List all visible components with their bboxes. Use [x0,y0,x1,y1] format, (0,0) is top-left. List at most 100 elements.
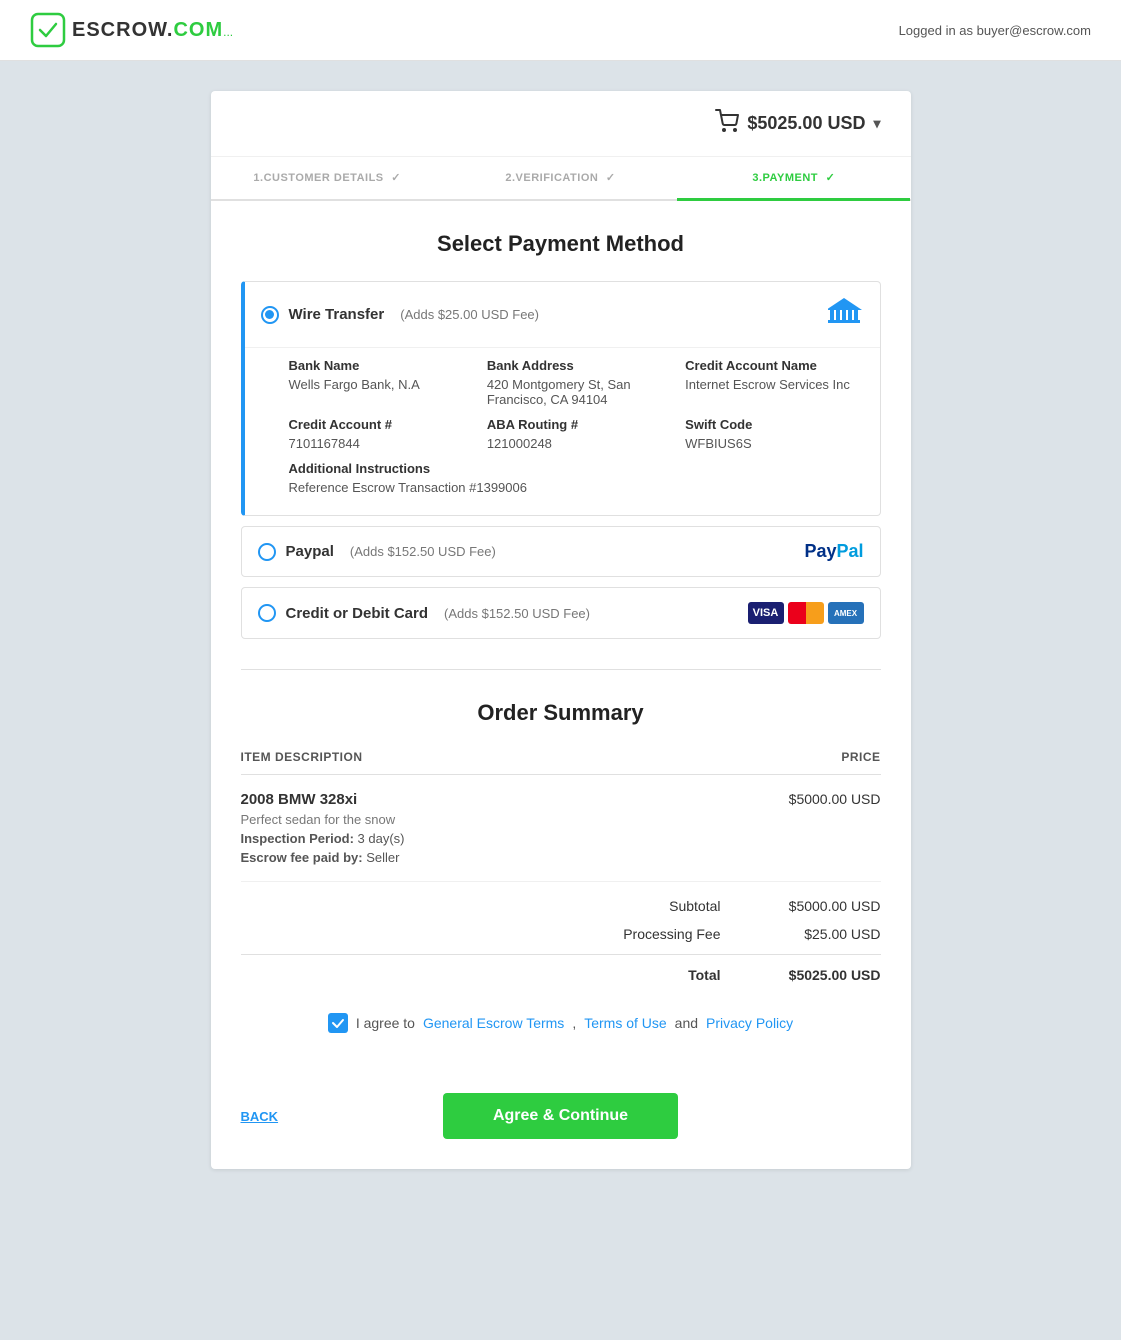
terms-of-use-link[interactable]: Terms of Use [584,1015,666,1031]
item-inspection: Inspection Period: 3 day(s) [241,831,881,846]
paypal-logo: PayPal [804,541,863,562]
card-label: Credit or Debit Card [286,605,429,622]
agree-checkbox[interactable] [328,1013,348,1033]
bank-address-label: Bank Address [487,358,665,373]
chevron-down-icon: ▾ [873,115,880,132]
wire-details: Bank Name Wells Fargo Bank, N.A Bank Add… [245,347,880,515]
back-button[interactable]: BACK [241,1109,279,1124]
footer-buttons: BACK Agree & Continue [211,1083,911,1169]
bank-address-field: Bank Address 420 Montgomery St, San Fran… [487,358,665,407]
col-item-description: ITEM DESCRIPTION [241,750,363,764]
inspection-label: Inspection Period: [241,831,354,846]
main-card: $5025.00 USD ▾ 1.CUSTOMER DETAILS ✓ 2.VE… [211,91,911,1169]
subtotal-row: Subtotal $5000.00 USD [241,892,881,920]
wire-transfer-left: Wire Transfer (Adds $25.00 USD Fee) [261,306,539,324]
card-fee: (Adds $152.50 USD Fee) [444,606,590,621]
processing-fee-row: Processing Fee $25.00 USD [241,920,881,948]
order-item: 2008 BMW 328xi $5000.00 USD Perfect seda… [241,775,881,882]
bank-name-label: Bank Name [289,358,467,373]
agree-continue-button[interactable]: Agree & Continue [443,1093,678,1139]
card-radio[interactable] [258,604,276,622]
card-header[interactable]: Credit or Debit Card (Adds $152.50 USD F… [242,588,880,638]
steps-nav: 1.CUSTOMER DETAILS ✓ 2.VERIFICATION ✓ 3.… [211,157,911,201]
wire-transfer-radio[interactable] [261,306,279,324]
login-status: Logged in as buyer@escrow.com [899,23,1091,38]
additional-instructions-field: Additional Instructions Reference Escrow… [289,461,864,495]
paypal-label: Paypal [286,543,334,560]
bank-name-field: Bank Name Wells Fargo Bank, N.A [289,358,467,407]
order-item-row: 2008 BMW 328xi $5000.00 USD [241,791,881,808]
swift-code-value: WFBIUS6S [685,436,863,451]
cart-amount: $5025.00 USD [747,113,865,134]
agreement-row: I agree to General Escrow Terms , Terms … [241,1013,881,1033]
bank-name-value: Wells Fargo Bank, N.A [289,377,467,392]
amex-logo: AMEX [828,602,864,624]
credit-account-name-field: Credit Account Name Internet Escrow Serv… [685,358,863,407]
swift-code-field: Swift Code WFBIUS6S [685,417,863,451]
totals-divider [241,954,881,955]
section-divider [241,669,881,670]
escrow-fee-label: Escrow fee paid by: [241,850,363,865]
escrow-fee-value: Seller [366,850,399,865]
paypal-option[interactable]: Paypal (Adds $152.50 USD Fee) PayPal [241,526,881,577]
logo: ESCROW.COM... [30,12,233,48]
total-row: Total $5025.00 USD [241,961,881,989]
wire-transfer-option[interactable]: Wire Transfer (Adds $25.00 USD Fee) [241,281,881,516]
paypal-fee: (Adds $152.50 USD Fee) [350,544,496,559]
credit-account-value: 7101167844 [289,436,467,451]
mastercard-logo [788,602,824,624]
card-logos: VISA AMEX [748,602,864,624]
card-option[interactable]: Credit or Debit Card (Adds $152.50 USD F… [241,587,881,639]
item-description: Perfect sedan for the snow [241,812,881,827]
item-price: $5000.00 USD [789,791,881,807]
wire-transfer-label: Wire Transfer [289,306,385,323]
wire-transfer-fee: (Adds $25.00 USD Fee) [400,307,539,322]
step3-check: ✓ [826,172,836,184]
credit-account-name-label: Credit Account Name [685,358,863,373]
step-payment[interactable]: 3.PAYMENT ✓ [677,157,910,201]
subtotal-value: $5000.00 USD [781,898,881,914]
step1-check: ✓ [391,172,401,184]
inspection-value: 3 day(s) [358,831,405,846]
credit-account-name-value: Internet Escrow Services Inc [685,377,863,392]
additional-instructions-value: Reference Escrow Transaction #1399006 [289,480,864,495]
visa-logo: VISA [748,602,784,624]
order-table: ITEM DESCRIPTION PRICE 2008 BMW 328xi $5… [241,750,881,989]
payment-section-title: Select Payment Method [241,231,881,257]
subtotal-label: Subtotal [601,898,721,914]
agreement-separator: , [572,1015,576,1031]
cart-bar: $5025.00 USD ▾ [211,91,911,157]
col-price: PRICE [841,750,880,764]
logo-icon [30,12,66,48]
swift-code-label: Swift Code [685,417,863,432]
processing-fee-label: Processing Fee [601,926,721,942]
step-customer-details[interactable]: 1.CUSTOMER DETAILS ✓ [211,157,444,199]
header: ESCROW.COM... Logged in as buyer@escrow.… [0,0,1121,61]
credit-account-label: Credit Account # [289,417,467,432]
wire-transfer-header[interactable]: Wire Transfer (Adds $25.00 USD Fee) [245,282,880,347]
bank-address-value: 420 Montgomery St, San Francisco, CA 941… [487,377,665,407]
paypal-radio[interactable] [258,543,276,561]
bank-icon [828,296,864,333]
additional-instructions-label: Additional Instructions [289,461,864,476]
total-label: Total [601,967,721,983]
cart-total[interactable]: $5025.00 USD ▾ [715,109,880,138]
card-left: Credit or Debit Card (Adds $152.50 USD F… [258,604,590,622]
step2-check: ✓ [606,172,616,184]
item-escrow-fee: Escrow fee paid by: Seller [241,850,881,865]
item-name: 2008 BMW 328xi [241,791,358,808]
processing-fee-value: $25.00 USD [781,926,881,942]
order-table-header: ITEM DESCRIPTION PRICE [241,750,881,775]
cart-icon [715,109,739,138]
paypal-header[interactable]: Paypal (Adds $152.50 USD Fee) PayPal [242,527,880,576]
privacy-policy-link[interactable]: Privacy Policy [706,1015,793,1031]
total-value: $5025.00 USD [781,967,881,983]
general-escrow-terms-link[interactable]: General Escrow Terms [423,1015,564,1031]
agreement-text-before: I agree to [356,1015,415,1031]
step-verification[interactable]: 2.VERIFICATION ✓ [444,157,677,199]
aba-routing-value: 121000248 [487,436,665,451]
order-summary-title: Order Summary [241,700,881,726]
agreement-and: and [675,1015,698,1031]
aba-routing-label: ABA Routing # [487,417,665,432]
logo-text: ESCROW.COM... [72,19,233,42]
